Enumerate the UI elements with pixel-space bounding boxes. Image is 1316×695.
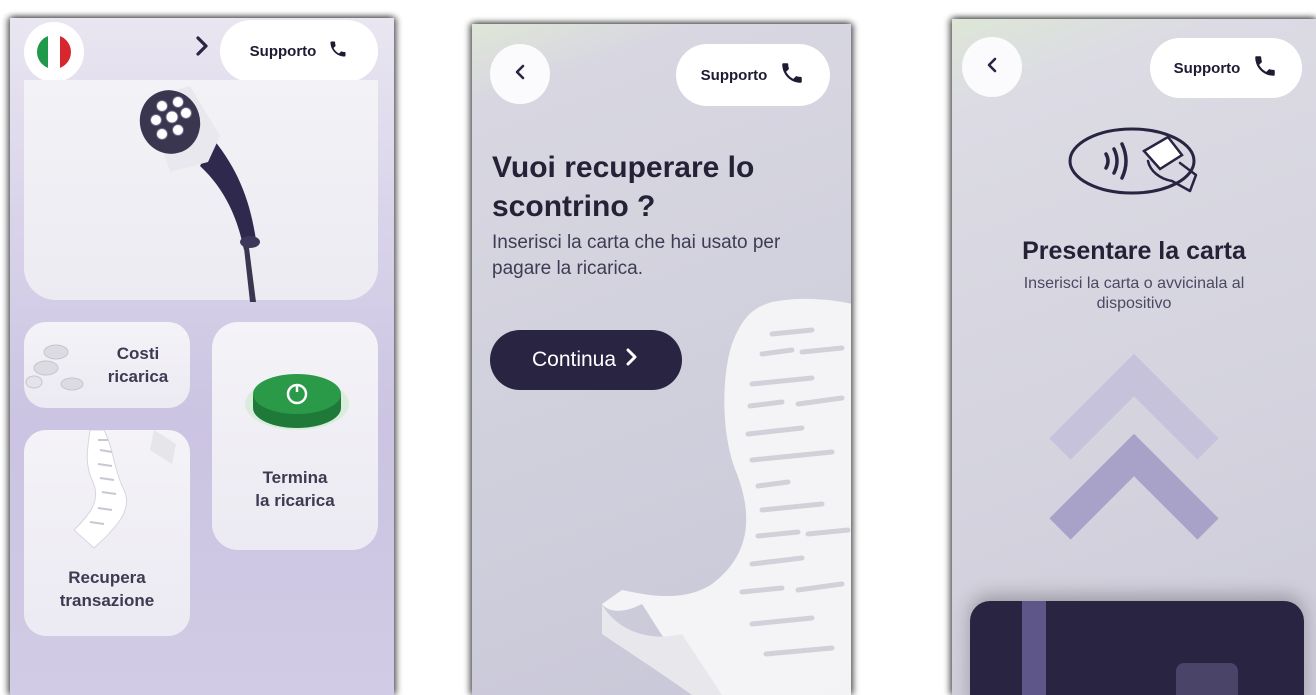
stop-charging-label: Termina la ricarica: [255, 468, 335, 510]
back-button[interactable]: [962, 37, 1022, 97]
receipt-icon: [54, 429, 184, 560]
double-chevron-up-icon: [1046, 353, 1222, 553]
chevron-left-icon: [510, 62, 530, 87]
support-button[interactable]: Supporto: [1150, 38, 1302, 98]
support-label: Supporto: [700, 66, 768, 84]
page-subtitle: Inserisci la carta che hai usato per pag…: [492, 232, 781, 279]
contactless-card-icon: [1064, 121, 1204, 201]
stop-charging-card[interactable]: Termina la ricarica: [212, 322, 378, 550]
phone-icon: [779, 60, 805, 90]
stop-button-icon: [242, 362, 352, 442]
page-subtitle: Inserisci la carta o avvicinala al dispo…: [1023, 275, 1245, 312]
language-button[interactable]: [24, 22, 84, 82]
support-button[interactable]: Supporto: [676, 44, 830, 106]
page-title: Vuoi recuperare lo scontrino ?: [492, 151, 755, 223]
present-card-screen: Supporto Presentare la carta Inserisci l…: [952, 19, 1316, 695]
recover-transaction-card[interactable]: Recupera transazione: [24, 429, 190, 636]
back-button[interactable]: [490, 44, 550, 104]
home-screen: Supporto Costi ricarica Termina la ricar…: [10, 18, 394, 695]
costs-label: Costi ricarica: [107, 344, 169, 386]
support-label: Supporto: [249, 42, 317, 60]
phone-icon: [1252, 53, 1278, 83]
support-button[interactable]: Supporto: [220, 20, 378, 82]
phone-icon: [328, 39, 348, 63]
chevron-right-icon[interactable]: [190, 34, 214, 58]
receipt-screen: Supporto Vuoi recuperare lo scontrino ? …: [472, 24, 851, 695]
recover-transaction-label: Recupera transazione: [59, 568, 155, 610]
italy-flag-icon: [37, 35, 71, 69]
chevron-left-icon: [982, 55, 1002, 80]
support-label: Supporto: [1173, 59, 1241, 77]
receipt-icon: [602, 294, 851, 695]
costs-card[interactable]: Costi ricarica: [24, 322, 190, 408]
page-title: Presentare la carta: [1022, 237, 1246, 265]
payment-card-icon: [970, 601, 1304, 695]
ev-connector-icon: [128, 80, 278, 302]
